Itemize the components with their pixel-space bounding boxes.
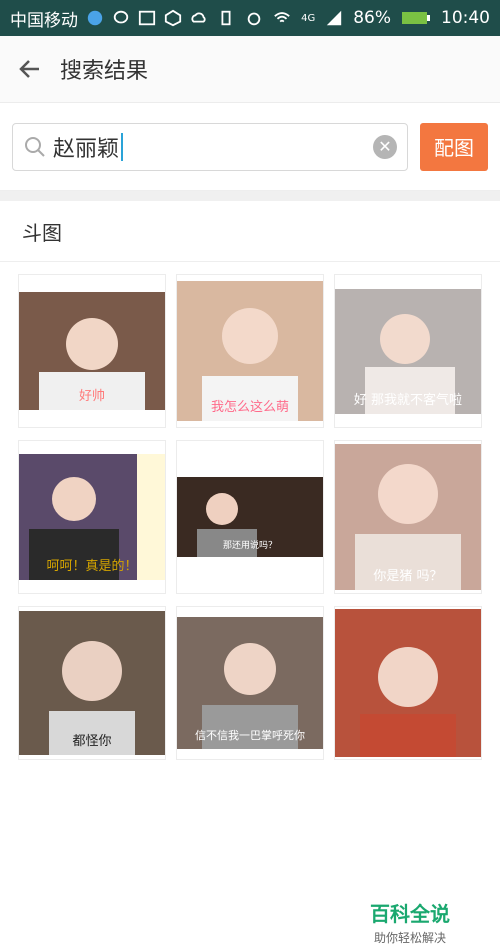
gallery-icon: [138, 9, 156, 27]
image-caption: 都怪你: [72, 734, 112, 749]
chat-icon: [112, 9, 130, 27]
image-caption: 好 那我就不客气啦: [353, 392, 463, 408]
image-item[interactable]: [334, 606, 482, 760]
battery-percent: 86%: [353, 8, 391, 28]
image-item[interactable]: 呵呵！真是的！: [18, 440, 166, 594]
clock: 10:40: [441, 8, 490, 28]
signal-icon: [325, 9, 343, 27]
section-divider: [0, 191, 500, 201]
alarm-icon: [245, 9, 263, 27]
image-thumb: 都怪你: [19, 611, 165, 755]
text-caret: [121, 132, 124, 161]
app-header: 搜索结果: [0, 36, 500, 103]
carrier-label: 中国移动: [10, 10, 78, 31]
peitu-button[interactable]: 配图: [420, 122, 488, 171]
image-caption: 我怎么这么萌: [210, 400, 289, 415]
watermark-title: 百科全说: [370, 902, 450, 926]
image-caption: 信不信我一巴掌呼死你: [195, 729, 305, 742]
image-thumb: 好 那我就不客气啦: [335, 288, 481, 414]
image-caption: 呵呵！真是的！: [46, 559, 138, 574]
search-query: 赵丽颖: [53, 136, 120, 162]
search-bar: 赵丽颖 ✕ 配图: [0, 103, 500, 191]
image-item[interactable]: 那还用说吗？: [176, 440, 324, 594]
page-title: 搜索结果: [60, 59, 149, 84]
image-thumb: 我怎么这么萌: [177, 281, 323, 421]
image-thumb: 信不信我一巴掌呼死你: [177, 617, 323, 749]
image-caption: 好帅: [78, 389, 105, 404]
search-input[interactable]: 赵丽颖 ✕: [12, 122, 408, 171]
back-button[interactable]: [0, 36, 60, 102]
back-arrow-icon: [19, 60, 39, 78]
wifi-icon: [273, 9, 291, 27]
image-grid: 好帅 我怎么这么萌 好 那我就不客气啦 呵呵！真是的！ 那还用说吗？ 你是猪 吗…: [0, 262, 500, 950]
image-thumb: 那还用说吗？: [177, 477, 323, 557]
weather-icon: [86, 9, 104, 27]
status-bar: 中国移动 4G 86% 10:40: [0, 0, 500, 36]
app-icon: [164, 9, 182, 27]
search-icon: [25, 136, 45, 157]
image-item[interactable]: 都怪你: [18, 606, 166, 760]
vibrate-icon: [217, 9, 235, 27]
section-title: 斗图: [0, 201, 500, 262]
image-item[interactable]: 好帅: [18, 274, 166, 428]
baike-watermark: 百科全说 助你轻松解决: [346, 894, 474, 950]
battery-icon: [401, 9, 431, 27]
cloud-icon: [190, 9, 208, 27]
image-item[interactable]: 好 那我就不客气啦: [334, 274, 482, 428]
watermark-subtitle: 助你轻松解决: [373, 931, 446, 945]
image-caption: 那还用说吗？: [222, 541, 277, 551]
image-thumb: 好帅: [19, 292, 165, 410]
image-thumb: 你是猪 吗？: [335, 444, 481, 590]
image-item[interactable]: 你是猪 吗？: [334, 440, 482, 594]
image-caption: 你是猪 吗？: [373, 569, 443, 584]
image-thumb: 呵呵！真是的！: [19, 454, 165, 580]
image-item[interactable]: 信不信我一巴掌呼死你: [176, 606, 324, 760]
clear-icon[interactable]: ✕: [373, 134, 397, 159]
image-thumb: [335, 609, 481, 757]
image-item[interactable]: 我怎么这么萌: [176, 274, 324, 428]
network-label: 4G: [301, 12, 316, 24]
